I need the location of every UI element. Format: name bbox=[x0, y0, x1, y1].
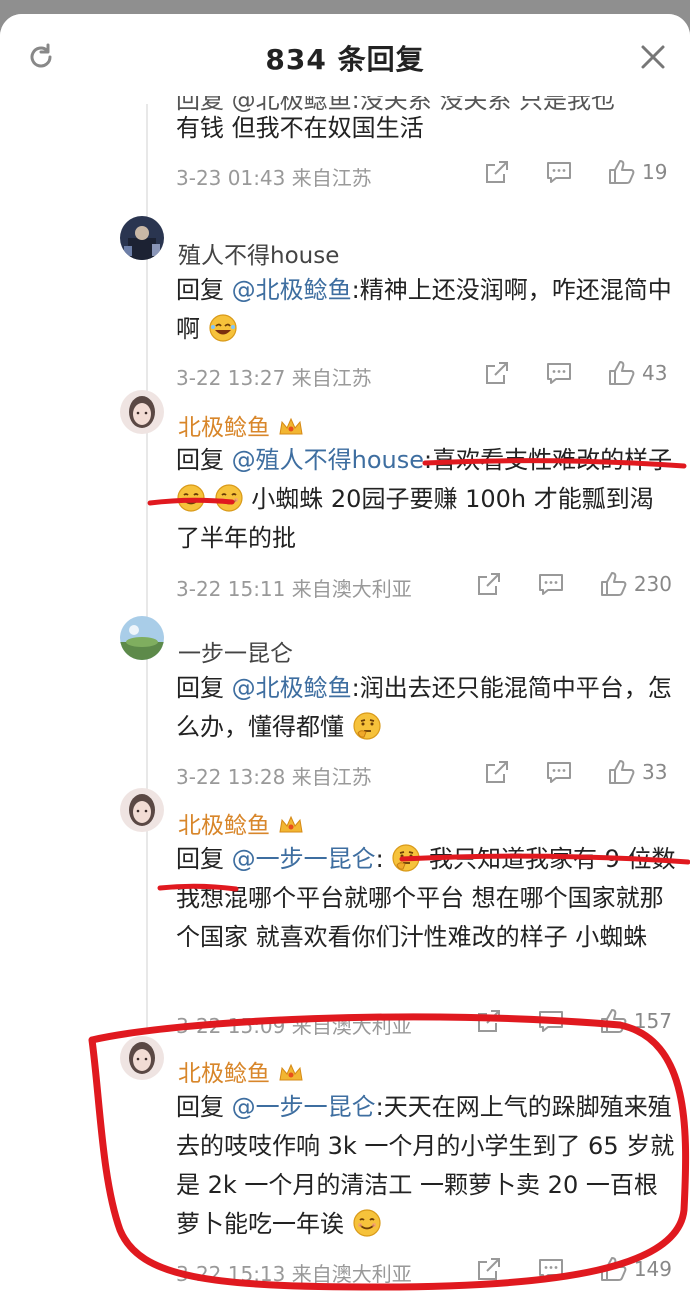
author-name[interactable]: 北极鲶鱼 bbox=[178, 408, 304, 442]
like-count: 33 bbox=[642, 760, 668, 784]
author-name-text: 北极鲶鱼 bbox=[178, 813, 270, 839]
reply-actions: 19 bbox=[482, 156, 672, 188]
share-icon[interactable] bbox=[482, 157, 512, 187]
thinking-emoji-icon bbox=[392, 844, 420, 872]
avatar[interactable] bbox=[120, 788, 164, 832]
like-count: 19 bbox=[642, 160, 668, 184]
share-icon[interactable] bbox=[474, 1006, 504, 1036]
reply-actions: 33 bbox=[482, 756, 672, 788]
thinking-emoji-icon bbox=[353, 712, 381, 740]
reply-prefix: 回复 bbox=[176, 446, 232, 474]
like-icon[interactable] bbox=[598, 569, 628, 599]
like-icon[interactable] bbox=[598, 1006, 628, 1036]
page-title: 834 条回复 bbox=[265, 43, 425, 76]
reply-prefix: 回复 bbox=[176, 276, 232, 304]
author-name[interactable]: 北极鲶鱼 bbox=[178, 806, 304, 840]
reply-prefix: 回复 bbox=[176, 674, 232, 702]
comment-icon[interactable] bbox=[536, 569, 566, 599]
comment-icon[interactable] bbox=[544, 358, 574, 388]
reply-text: 回复 @一步一昆仑: 我只知道我家有 9 位数 我想混哪个平台就哪个平台 想在哪… bbox=[176, 840, 676, 957]
reply-actions: 157 bbox=[474, 1005, 672, 1037]
share-icon[interactable] bbox=[474, 569, 504, 599]
vip-crown-icon bbox=[279, 815, 303, 833]
like-icon[interactable] bbox=[606, 757, 636, 787]
author-name[interactable]: 北极鲶鱼 bbox=[178, 1054, 304, 1088]
comment-icon[interactable] bbox=[536, 1254, 566, 1284]
reply-actions: 149 bbox=[474, 1253, 672, 1285]
reply-actions: 43 bbox=[482, 357, 672, 389]
vip-crown-icon bbox=[279, 1063, 303, 1081]
reply-text: 回复 @北极鲶鱼:润出去还只能混简中平台，怎么办，懂得都懂 bbox=[176, 669, 676, 747]
author-name[interactable]: 一步一昆仑 bbox=[178, 634, 293, 668]
close-icon[interactable] bbox=[638, 42, 668, 72]
mention-link[interactable]: @北极鲶鱼 bbox=[232, 674, 352, 702]
like-count: 230 bbox=[633, 572, 672, 596]
like-icon[interactable] bbox=[598, 1254, 628, 1284]
mention-link[interactable]: @殖人不得house bbox=[232, 446, 424, 474]
reply-prefix: 回复 bbox=[176, 845, 232, 873]
reply-prefix: 回复 bbox=[176, 1093, 232, 1121]
like-count: 157 bbox=[633, 1009, 672, 1033]
reply-meta: 3-22 15:11 来自澳大利亚 bbox=[176, 577, 412, 601]
author-name[interactable]: 殖人不得house bbox=[178, 236, 339, 270]
mention-link[interactable]: @北极鲶鱼 bbox=[232, 276, 352, 304]
reply-text: 回复 @殖人不得house:喜欢看支性难改的样子 小蜘蛛 20园子要赚 100h… bbox=[176, 441, 676, 558]
comment-icon[interactable] bbox=[544, 157, 574, 187]
reply-meta: 3-22 15:13 来自澳大利亚 bbox=[176, 1262, 412, 1286]
avatar[interactable] bbox=[120, 390, 164, 434]
avatar[interactable] bbox=[120, 1036, 164, 1080]
like-count: 149 bbox=[633, 1257, 672, 1281]
replies-header: 834 条回复 bbox=[0, 14, 690, 96]
reply-body: :喜欢看支性难改的样子 bbox=[424, 446, 673, 474]
mention-link[interactable]: @一步一昆仑 bbox=[232, 845, 376, 873]
vip-crown-icon bbox=[279, 417, 303, 435]
smile-emoji-icon bbox=[177, 484, 205, 512]
reply-body-continued: 小蜘蛛 20园子要赚 100h 才能瓢到渴了半年的批 bbox=[176, 485, 654, 552]
reply-text: 回复 @北极鲶鱼:精神上还没润啊，咋还混简中啊 bbox=[176, 271, 676, 349]
replies-panel: 834 条回复 回复 @北极鲶鱼:没关系 没关系 只是我也 有钱 但我不在奴国生… bbox=[0, 14, 690, 1299]
like-icon[interactable] bbox=[606, 358, 636, 388]
author-name-text: 北极鲶鱼 bbox=[178, 1061, 270, 1087]
reply-meta: 3-22 13:28 来自江苏 bbox=[176, 765, 372, 789]
smile-emoji-icon bbox=[353, 1209, 381, 1237]
share-icon[interactable] bbox=[482, 358, 512, 388]
mention-link[interactable]: @一步一昆仑 bbox=[232, 1093, 376, 1121]
avatar[interactable] bbox=[120, 616, 164, 660]
author-name-text: 北极鲶鱼 bbox=[178, 415, 270, 441]
reply-actions: 230 bbox=[474, 568, 672, 600]
like-icon[interactable] bbox=[606, 157, 636, 187]
reply-text: 回复 @一步一昆仑:天天在网上气的跺脚殖来殖去的吱吱作响 3k 一个月的小学生到… bbox=[176, 1088, 676, 1244]
smile-emoji-icon bbox=[215, 484, 243, 512]
reply-meta: 3-23 01:43 来自江苏 bbox=[176, 166, 372, 190]
like-count: 43 bbox=[642, 361, 668, 385]
laughing-emoji-icon bbox=[209, 314, 237, 342]
share-icon[interactable] bbox=[474, 1254, 504, 1284]
comment-icon[interactable] bbox=[536, 1006, 566, 1036]
avatar[interactable] bbox=[120, 216, 164, 260]
reply-meta: 3-22 13:27 来自江苏 bbox=[176, 366, 372, 390]
reply-body: : bbox=[375, 845, 384, 873]
comment-icon[interactable] bbox=[544, 757, 574, 787]
reply-meta: 3-22 15:09 来自澳大利亚 bbox=[176, 1014, 412, 1038]
share-icon[interactable] bbox=[482, 757, 512, 787]
